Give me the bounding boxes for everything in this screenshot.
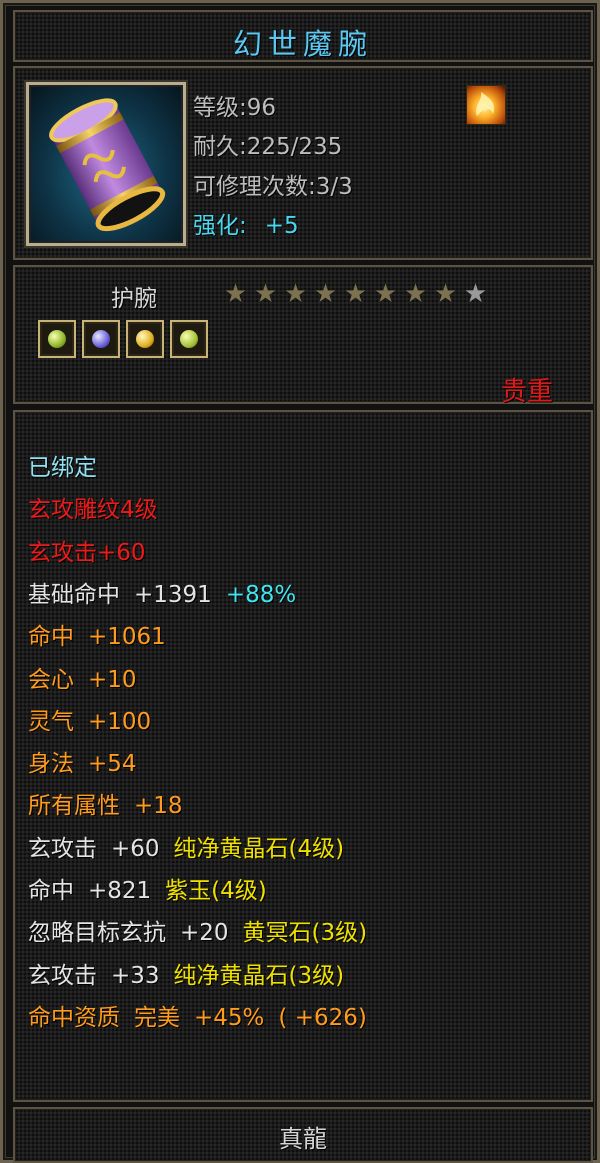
item-enhance: 强化: +5: [193, 206, 299, 240]
attribute-segment: +45%: [194, 1004, 265, 1031]
attribute-segment: +33: [111, 962, 160, 989]
attribute-line: 玄攻击 +60 纯净黄晶石(4级): [28, 829, 344, 863]
star-rating: ★ ★ ★ ★ ★ ★ ★ ★ ★: [221, 281, 490, 307]
star-icon: ★: [433, 279, 458, 309]
attribute-segment: +1391: [134, 581, 212, 608]
yellow-gem-icon[interactable]: [126, 320, 164, 358]
item-type: 护腕: [111, 286, 157, 312]
item-tooltip: 幻世魔腕 等级:96 耐久:225/235 可修理次数:3/3 强化: +5 护…: [0, 0, 600, 1163]
enhance-label: 强化:: [193, 213, 247, 239]
attribute-segment: 紫玉(4级): [165, 878, 267, 904]
footer-bar: 真龍: [13, 1107, 593, 1163]
attribute-segment: 基础命中: [28, 581, 120, 608]
attribute-line: 命中 +821 紫玉(4级): [28, 871, 267, 905]
footer-text: 真龍: [279, 1125, 327, 1153]
attribute-segment: 玄攻击: [28, 962, 97, 989]
star-icon: ★: [313, 279, 338, 309]
attribute-segment: ( +626): [278, 1004, 367, 1031]
item-type-panel: 护腕 ★ ★ ★ ★ ★ ★ ★ ★ ★ 贵重: [13, 265, 593, 407]
star-icon: ★: [253, 279, 278, 309]
attribute-line: 基础命中 +1391 +88%: [28, 575, 296, 609]
attribute-line: 玄攻雕纹4级: [28, 490, 158, 524]
star-icon: ★: [223, 279, 248, 309]
attribute-segment: 完美: [134, 1004, 180, 1031]
attribute-segment: 忽略目标玄抗: [28, 920, 166, 947]
attribute-segment: 黄冥石(3级): [242, 920, 368, 947]
star-icon: ★: [283, 279, 308, 309]
attribute-line: 忽略目标玄抗 +20 黄冥石(3级): [28, 913, 367, 947]
attribute-list: 已绑定 玄攻雕纹4级 玄攻击+60 基础命中 +1391 +88% 命中 +1061 会心 +10…: [13, 410, 593, 1102]
flame-icon: [466, 85, 506, 125]
gem-sockets: [38, 320, 208, 358]
star-icon: ★: [373, 279, 398, 309]
title-bar: 幻世魔腕: [13, 10, 593, 62]
item-name: 幻世魔腕: [232, 27, 373, 61]
star-icon: ★: [343, 279, 368, 309]
attribute-line: 会心 +10: [28, 660, 137, 694]
attribute-segment: 命中: [28, 878, 74, 904]
attribute-line: 玄攻击 +33 纯净黄晶石(3级): [28, 956, 344, 990]
item-level: 等级:96: [193, 95, 277, 121]
purple-gem-icon[interactable]: [82, 320, 120, 358]
green-gem-icon[interactable]: [170, 320, 208, 358]
green-gem-icon[interactable]: [38, 320, 76, 358]
star-icon: ★: [403, 279, 428, 309]
attribute-segment: +821: [88, 878, 152, 904]
attribute-segment: +88%: [225, 581, 297, 608]
attribute-line: 已绑定: [28, 448, 97, 482]
attribute-line: 命中 +1061: [28, 617, 166, 651]
attribute-segment: 会心: [28, 666, 74, 693]
item-durability: 耐久:225/235: [193, 134, 343, 160]
attribute-segment: 所有属性: [28, 793, 120, 820]
attribute-segment: 纯净黄晶石(3级): [173, 962, 345, 989]
star-icon: ★: [463, 279, 488, 309]
attribute-segment: 身法: [28, 751, 74, 778]
attribute-segment: 玄攻击+60: [28, 539, 146, 566]
attribute-line: 命中资质 完美 +45% ( +626): [28, 998, 367, 1032]
enhance-value: +5: [264, 213, 299, 239]
bracer-icon: [26, 82, 186, 246]
attribute-line: 玄攻击+60: [28, 533, 146, 567]
attribute-line: 灵气 +100: [28, 702, 151, 736]
item-repair-count: 可修理次数:3/3: [193, 174, 353, 200]
attribute-segment: +10: [88, 666, 137, 693]
attribute-segment: 玄攻击: [28, 835, 97, 862]
attribute-line: 所有属性 +18: [28, 786, 183, 820]
attribute-line: 身法 +54: [28, 744, 137, 778]
precious-label: 贵重: [500, 377, 553, 407]
attribute-segment: 命中: [28, 624, 74, 651]
attribute-segment: +20: [180, 920, 229, 947]
attribute-segment: +1061: [88, 624, 166, 651]
item-header: 等级:96 耐久:225/235 可修理次数:3/3 强化: +5: [13, 66, 593, 260]
attribute-segment: 玄攻雕纹4级: [28, 497, 158, 524]
attribute-segment: 纯净黄晶石(4级): [173, 835, 345, 862]
attribute-segment: 已绑定: [28, 455, 97, 481]
attribute-segment: +60: [111, 835, 160, 862]
attribute-segment: +100: [88, 708, 152, 735]
attribute-segment: +18: [134, 793, 183, 820]
attribute-segment: +54: [88, 751, 137, 778]
attribute-segment: 灵气: [28, 708, 74, 735]
attribute-segment: 命中资质: [28, 1004, 120, 1031]
